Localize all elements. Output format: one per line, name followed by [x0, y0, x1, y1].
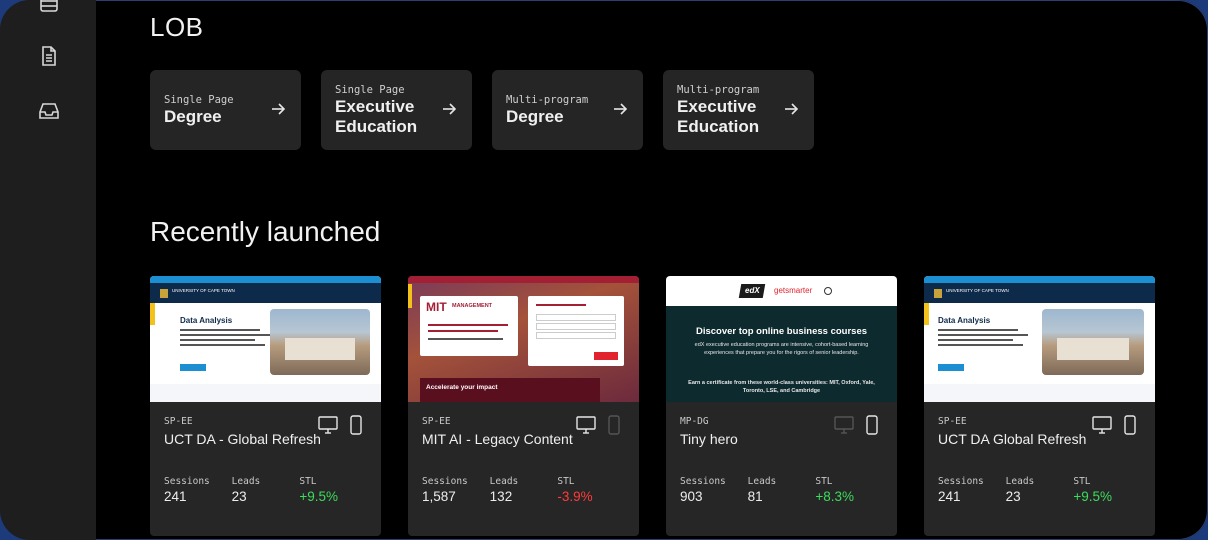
card-code: SP-EE — [938, 416, 967, 427]
sessions-value: 241 — [164, 489, 187, 504]
arrow-right-icon — [272, 103, 286, 115]
lob-card-subtitle: Single Page — [335, 83, 405, 96]
card-name: UCT DA - Global Refresh — [164, 431, 321, 447]
lob-card-title: Degree — [164, 106, 222, 126]
sessions-label: Sessions — [680, 476, 726, 487]
lob-card-single-page-executive-education[interactable]: Single Page Executive Education — [321, 70, 472, 150]
lob-card-single-page-degree[interactable]: Single Page Degree — [150, 70, 301, 150]
launch-card-tiny-hero[interactable]: edX getsmarter Discover top online busin… — [666, 276, 897, 536]
stl-label: STL — [299, 476, 317, 487]
card-name: MIT AI - Legacy Content — [422, 431, 573, 447]
leads-value: 132 — [489, 489, 513, 504]
page-thumbnail: MIT MANAGEMENT Accelerate your impact — [408, 276, 639, 402]
sessions-label: Sessions — [938, 476, 984, 487]
thumbnail-logo-secondary: getsmarter — [774, 286, 813, 295]
card-code: SP-EE — [422, 416, 451, 427]
leads-label: Leads — [489, 476, 519, 487]
stl-value: -3.9% — [557, 489, 593, 504]
thumbnail-heading: Discover top online business courses — [695, 326, 868, 337]
lob-card-multi-program-executive-education[interactable]: Multi-program Executive Education — [663, 70, 814, 150]
card-code: SP-EE — [164, 416, 193, 427]
leads-value: 23 — [231, 489, 247, 504]
stl-label: STL — [815, 476, 833, 487]
launch-card-uct-da-global-refresh-2[interactable]: UNIVERSITY OF CAPE TOWN Data Analysis SP… — [924, 276, 1155, 536]
card-stats: Sessions 241 Leads 23 STL +9.5% — [164, 476, 367, 504]
page-thumbnail: UNIVERSITY OF CAPE TOWN Data Analysis — [924, 276, 1155, 402]
stl-label: STL — [1073, 476, 1091, 487]
card-stats: Sessions 241 Leads 23 STL +9.5% — [938, 476, 1141, 504]
sessions-value: 241 — [938, 489, 961, 504]
thumbnail-brand: UNIVERSITY OF CAPE TOWN — [172, 288, 235, 293]
sessions-label: Sessions — [422, 476, 468, 487]
card-name: UCT DA Global Refresh — [938, 431, 1087, 447]
arrow-right-icon — [785, 103, 799, 115]
arrow-right-icon — [614, 103, 628, 115]
thumbnail-logo: edX — [745, 286, 760, 295]
card-code: MP-DG — [680, 416, 709, 427]
lob-card-multi-program-degree[interactable]: Multi-program Degree — [492, 70, 643, 150]
lob-heading: LOB — [150, 12, 204, 42]
leads-label: Leads — [1005, 476, 1035, 487]
stl-label: STL — [557, 476, 575, 487]
arrow-right-icon — [443, 103, 457, 115]
page-thumbnail: edX getsmarter Discover top online busin… — [666, 276, 897, 402]
lob-card-subtitle: Multi-program — [677, 83, 760, 96]
thumbnail-body: edX executive education programs are int… — [694, 342, 869, 356]
card-stats: Sessions 1,587 Leads 132 STL -3.9% — [422, 476, 625, 504]
lob-card-subtitle: Multi-program — [506, 93, 589, 106]
app-window: LOB Single Page Degree Single Page Execu… — [0, 0, 1208, 540]
document-icon[interactable] — [36, 43, 62, 69]
lob-card-subtitle: Single Page — [164, 93, 234, 106]
list-icon[interactable] — [36, 0, 62, 16]
sidebar — [0, 0, 96, 540]
leads-label: Leads — [231, 476, 261, 487]
sessions-value: 1,587 — [422, 489, 456, 504]
card-stats: Sessions 903 Leads 81 STL +8.3% — [680, 476, 883, 504]
page-thumbnail: UNIVERSITY OF CAPE TOWN Data Analysis — [150, 276, 381, 402]
leads-value: 23 — [1005, 489, 1021, 504]
lob-card-title: Executive Education — [335, 96, 418, 136]
thumbnail-heading: Data Analysis — [938, 316, 991, 325]
thumbnail-logo: MIT — [426, 300, 447, 314]
launch-card-uct-da-global-refresh[interactable]: UNIVERSITY OF CAPE TOWN Data Analysis SP… — [150, 276, 381, 536]
thumbnail-heading: Data Analysis — [180, 316, 233, 325]
stl-value: +9.5% — [1073, 489, 1112, 504]
stl-value: +8.3% — [815, 489, 854, 504]
sessions-value: 903 — [680, 489, 703, 504]
leads-label: Leads — [747, 476, 777, 487]
recently-launched-heading: Recently launched — [150, 216, 381, 247]
thumbnail-banner: Accelerate your impact — [426, 384, 498, 391]
lob-card-title: Executive Education — [677, 96, 760, 136]
inbox-icon[interactable] — [36, 98, 62, 124]
stl-value: +9.5% — [299, 489, 338, 504]
card-name: Tiny hero — [680, 431, 738, 447]
lob-card-title: Degree — [506, 106, 564, 126]
thumbnail-body-secondary: Earn a certificate from these world-clas… — [688, 380, 875, 394]
leads-value: 81 — [747, 489, 763, 504]
launch-card-mit-ai-legacy-content[interactable]: MIT MANAGEMENT Accelerate your impact SP… — [408, 276, 639, 536]
sessions-label: Sessions — [164, 476, 210, 487]
thumbnail-brand: UNIVERSITY OF CAPE TOWN — [946, 288, 1009, 293]
thumbnail-logo-text: MANAGEMENT — [452, 303, 493, 309]
